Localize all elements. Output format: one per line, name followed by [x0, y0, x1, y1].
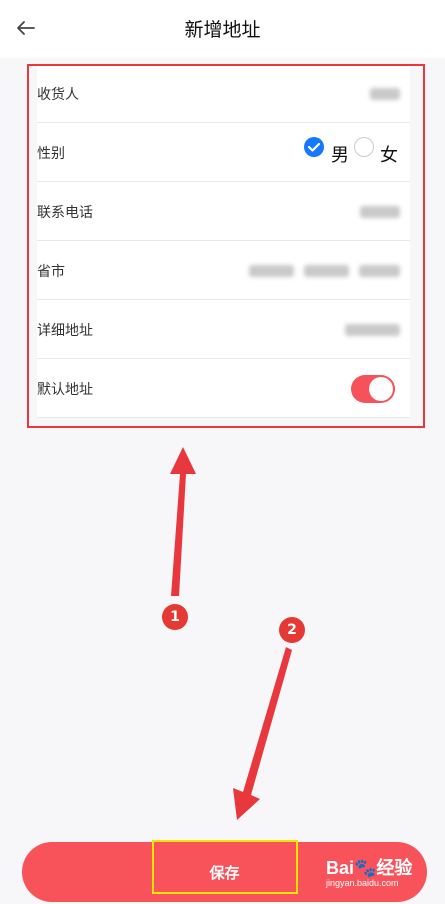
- annotation-highlight-box: [27, 64, 425, 428]
- top-bar: 新增地址: [0, 0, 445, 58]
- arrow-up-icon: [170, 447, 196, 596]
- baidu-watermark: Bai🐾经验 jingyan.baidu.com: [326, 854, 422, 894]
- annotation-badge-2: 2: [279, 617, 305, 643]
- watermark-url: jingyan.baidu.com: [326, 878, 399, 888]
- page-title: 新增地址: [184, 19, 261, 41]
- arrow-down-icon: [233, 647, 292, 820]
- annotation-badge-1: 1: [162, 604, 188, 630]
- watermark-main: Bai🐾经验: [326, 858, 413, 878]
- annotation-highlight-save: [152, 840, 298, 894]
